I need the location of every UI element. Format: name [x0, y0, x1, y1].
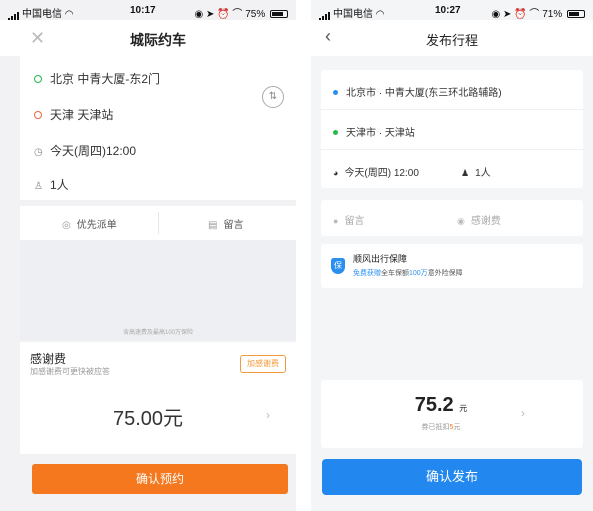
destination-row[interactable]: 天津 天津站 — [34, 106, 113, 123]
price-value: 75.2 — [414, 394, 454, 416]
destination-dot-icon — [333, 130, 338, 135]
location-icon: ◉ ➤ ⏰ ⌒ — [491, 9, 540, 20]
thanks-fee-title: 感谢费 — [30, 352, 67, 366]
options-bar: ◎ 优先派单 ▤ 留言 — [20, 206, 296, 240]
destination-row[interactable]: 天津市 · 天津站 — [333, 124, 415, 139]
battery-icon — [567, 10, 585, 18]
time-text: 今天(周四) 12:00 — [344, 168, 419, 179]
message-option[interactable]: ● 留言 — [333, 212, 364, 227]
guarantee-tail: 意外险保障 — [427, 270, 463, 277]
person-icon: ♙ — [34, 181, 43, 192]
wifi-icon: ◠ — [375, 9, 385, 20]
carrier-label: 中国电信 ◠ — [319, 5, 385, 21]
guarantee-subtitle: 免费获赠全车保额100万意外险保障 — [353, 268, 463, 278]
origin-text: 北京市 · 中青大厦(东三环北路辅路) — [346, 88, 502, 99]
battery-percent: 71% — [542, 9, 563, 20]
price-display: 75.2 元 — [321, 394, 561, 417]
target-icon: ◎ — [62, 220, 71, 231]
destination-text: 天津 天津站 — [50, 108, 114, 122]
thanks-fee-option[interactable]: ◉ 感谢费 — [457, 212, 501, 227]
origin-dot-icon — [333, 90, 338, 95]
battery-percent: 75% — [245, 9, 266, 20]
nav-bar: ‹ 发布行程 — [311, 20, 593, 56]
credit-suffix: 元 — [453, 424, 461, 431]
wifi-icon: ◠ — [64, 9, 74, 20]
add-thanks-fee-button[interactable]: 加感谢费 — [240, 355, 286, 373]
status-bar: 中国电信 ◠ 10:27 ◉ ➤ ⏰ ⌒ 71% — [311, 0, 593, 21]
credit-prefix: 券已抵扣 — [421, 424, 450, 431]
carrier-text: 中国电信 — [333, 9, 373, 20]
time-row[interactable]: ◷ 今天(周四)12:00 — [34, 142, 136, 159]
origin-dot-icon — [34, 75, 42, 83]
message-label: 留言 — [344, 216, 365, 227]
nav-bar: ✕ 城际约车 — [0, 20, 296, 56]
carrier-text: 中国电信 — [22, 9, 62, 20]
divider — [158, 212, 159, 234]
message-option[interactable]: ▤ 留言 — [208, 216, 243, 231]
passenger-text: 1人 — [475, 168, 491, 179]
price-card[interactable]: 75.2 元 券已抵扣5元 › — [321, 380, 583, 448]
location-icon: ◉ ➤ ⏰ ⌒ — [194, 9, 243, 20]
time-row[interactable]: ◕ 今天(周四) 12:00 — [333, 164, 419, 179]
person-icon: ♟ — [461, 168, 470, 178]
status-time: 10:17 — [130, 5, 156, 16]
origin-text: 北京 中青大厦-东2门 — [50, 72, 161, 86]
message-fee-card: ● 留言 ◉ 感谢费 — [321, 200, 583, 236]
swap-icon[interactable]: ⇅ — [262, 86, 284, 108]
status-time: 10:27 — [435, 5, 461, 16]
status-bar: 中国电信 ◠ 10:17 ◉ ➤ ⏰ ⌒ 75% — [0, 0, 296, 21]
destination-dot-icon — [34, 111, 42, 119]
confirm-publish-button[interactable]: 确认发布 — [322, 459, 582, 495]
page-title: 发布行程 — [425, 33, 478, 48]
origin-row[interactable]: 北京 中青大厦-东2门 — [34, 70, 160, 87]
insurance-note: 含高速费及最高100万保险 — [122, 330, 193, 336]
divider — [321, 149, 583, 150]
priority-dispatch-option[interactable]: ◎ 优先派单 — [62, 216, 117, 231]
passenger-row[interactable]: ♟ 1人 — [461, 164, 491, 179]
battery-icon — [270, 10, 288, 18]
chat-bubble-icon: ● — [333, 216, 339, 226]
route-card: 北京市 · 中青大厦(东三环北路辅路) 天津市 · 天津站 ◕ 今天(周四) 12… — [321, 70, 583, 188]
chevron-right-icon: › — [521, 406, 525, 420]
left-phone-screen: 中国电信 ◠ 10:17 ◉ ➤ ⏰ ⌒ 75% ✕ 城际约车 北京 中青大厦-… — [0, 0, 296, 511]
thanks-fee-subtitle: 加感谢费可更快被应答 — [30, 367, 110, 376]
battery-indicator: ◉ ➤ ⏰ ⌒ 71% — [492, 5, 585, 20]
time-text: 今天(周四)12:00 — [50, 144, 137, 158]
clipboard-icon: ▤ — [208, 220, 218, 231]
battery-indicator: ◉ ➤ ⏰ ⌒ 75% — [195, 5, 288, 20]
price-unit: 元 — [459, 404, 468, 413]
message-label: 留言 — [223, 220, 244, 231]
route-card: 北京 中青大厦-东2门 天津 天津站 ◷ 今天(周四)12:00 ♙ 1人 ⇅ — [20, 56, 296, 200]
fee-card: 感谢费 加感谢费可更快被应答 加感谢费 75.00元 › — [20, 342, 296, 454]
passenger-text: 1人 — [50, 178, 69, 192]
passenger-row[interactable]: ♙ 1人 — [34, 176, 69, 193]
divider — [321, 109, 583, 110]
priority-label: 优先派单 — [76, 220, 117, 231]
guarantee-title: 顺风出行保障 — [353, 254, 408, 264]
shield-icon: 保 — [331, 258, 345, 274]
guarantee-mid: 全车保额 — [381, 270, 409, 277]
thanks-fee-label: 感谢费 — [470, 216, 501, 227]
coin-icon: ◉ — [457, 216, 465, 226]
carrier-label: 中国电信 ◠ — [8, 5, 74, 21]
price-display[interactable]: 75.00元 — [20, 402, 276, 431]
map-area: 含高速费及最高100万保险 — [20, 240, 296, 340]
clock-icon: ◕ — [333, 168, 339, 178]
guarantee-card[interactable]: 保 顺风出行保障 免费获赠全车保额100万意外险保障 — [321, 244, 583, 288]
destination-text: 天津市 · 天津站 — [346, 128, 415, 139]
chevron-right-icon: › — [266, 408, 270, 422]
right-phone-screen: 中国电信 ◠ 10:27 ◉ ➤ ⏰ ⌒ 71% ‹ 发布行程 北京市 · 中青… — [311, 0, 593, 511]
coupon-credit: 券已抵扣5元 — [321, 422, 561, 432]
clock-icon: ◷ — [34, 147, 43, 158]
confirm-booking-button[interactable]: 确认预约 — [32, 464, 288, 494]
guarantee-free: 免费获赠 — [353, 270, 381, 277]
guarantee-amount: 100万 — [409, 270, 428, 277]
page-title: 城际约车 — [130, 32, 186, 48]
origin-row[interactable]: 北京市 · 中青大厦(东三环北路辅路) — [333, 84, 502, 99]
